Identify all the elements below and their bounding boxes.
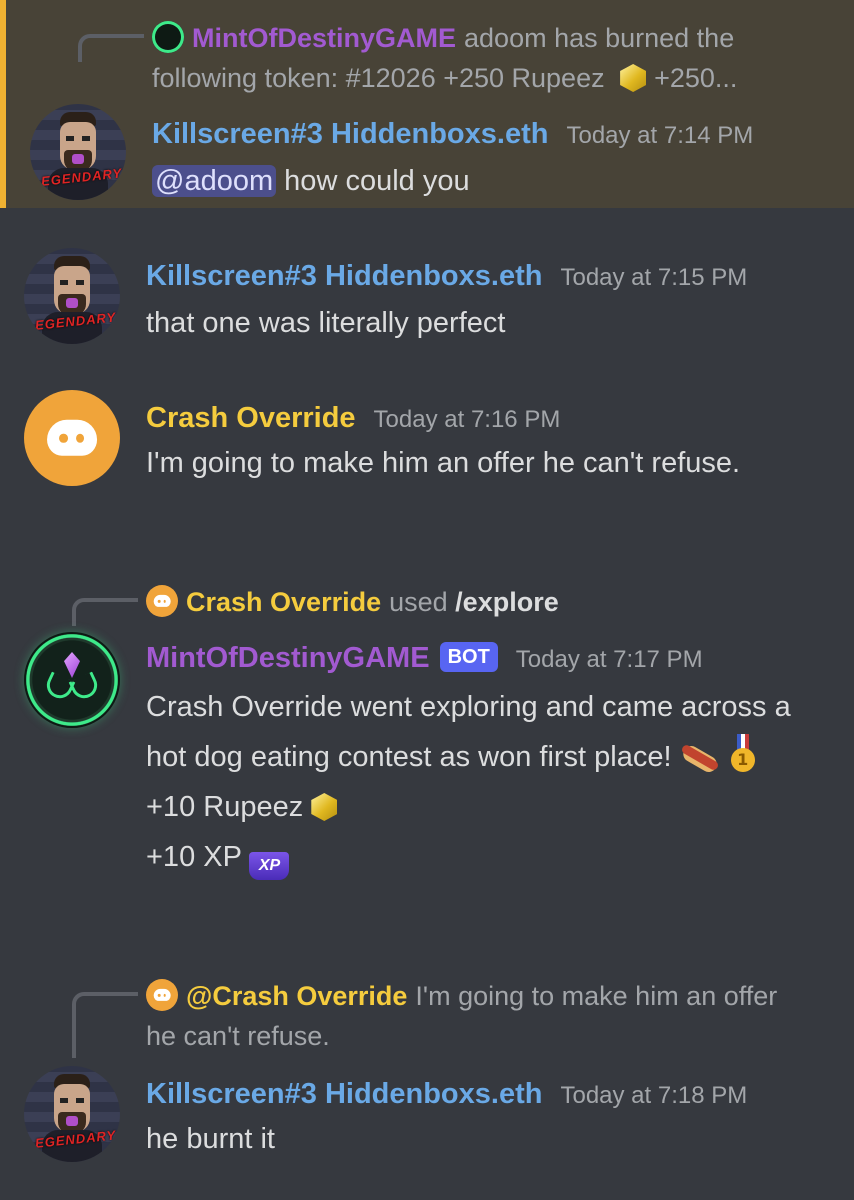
chat-message-list: MintOfDestinyGAME adoom has burned the fo… bbox=[0, 0, 854, 1200]
message-item[interactable]: @Crash Override I'm going to make him an … bbox=[0, 972, 854, 1172]
interaction-user[interactable]: Crash Override bbox=[186, 587, 381, 617]
message-content: that one was literally perfect bbox=[146, 300, 814, 346]
discord-logo-icon bbox=[47, 419, 97, 457]
message-item[interactable]: LEGENDARY Killscreen#3 Hiddenboxs.eth Tod… bbox=[0, 246, 854, 356]
message-header: MintOfDestinyGAME BOT Today at 7:17 PM bbox=[146, 638, 834, 683]
avatar[interactable]: LEGENDARY bbox=[24, 248, 120, 344]
slash-command[interactable]: /explore bbox=[455, 587, 559, 617]
username[interactable]: Killscreen#3 Hiddenboxs.eth bbox=[146, 1078, 542, 1110]
discord-logo-icon bbox=[153, 988, 171, 1002]
discord-logo-icon bbox=[153, 594, 171, 608]
reply-spine bbox=[72, 992, 138, 1058]
timestamp: Today at 7:16 PM bbox=[373, 406, 561, 433]
timestamp: Today at 7:15 PM bbox=[560, 264, 748, 291]
timestamp: Today at 7:18 PM bbox=[560, 1082, 748, 1109]
reply-author[interactable]: @Crash Override bbox=[186, 981, 407, 1011]
message-content: @adoom how could you bbox=[152, 158, 814, 204]
rupeez-icon bbox=[620, 64, 647, 92]
message-text: I'm going to make him an offer he can't … bbox=[146, 447, 741, 479]
bot-tag: BOT bbox=[439, 642, 498, 672]
reply-preview[interactable]: MintOfDestinyGAME adoom has burned the fo… bbox=[152, 18, 814, 98]
reply-avatar[interactable] bbox=[152, 21, 184, 53]
hotdog-icon bbox=[680, 743, 720, 771]
message-content: he burnt it bbox=[146, 1116, 814, 1162]
username[interactable]: Killscreen#3 Hiddenboxs.eth bbox=[146, 260, 542, 292]
xp-reward-text: +10 XP bbox=[146, 841, 242, 873]
username[interactable]: MintOfDestinyGAME bbox=[146, 642, 430, 674]
rupeez-reward-text: +10 Rupeez bbox=[146, 791, 304, 823]
message-item[interactable]: Crash Override used /explore MintOfDestin… bbox=[0, 578, 854, 938]
reply-text-tail: +250... bbox=[654, 63, 738, 93]
first-place-medal-icon bbox=[728, 734, 758, 774]
message-header: Killscreen#3 Hiddenboxs.eth Today at 7:15… bbox=[146, 256, 834, 301]
reply-spine bbox=[78, 34, 144, 62]
message-content: Crash Override went exploring and came a… bbox=[146, 682, 816, 882]
reply-avatar[interactable] bbox=[146, 979, 178, 1011]
interaction-preview[interactable]: Crash Override used /explore bbox=[146, 582, 814, 622]
message-header: Crash Override Today at 7:16 PM bbox=[146, 398, 834, 443]
avatar[interactable]: LEGENDARY bbox=[24, 1066, 120, 1162]
rupeez-reward-line: +10 Rupeez bbox=[146, 782, 816, 832]
timestamp: Today at 7:17 PM bbox=[515, 646, 703, 673]
message-item[interactable]: MintOfDestinyGAME adoom has burned the fo… bbox=[0, 0, 854, 208]
message-content: I'm going to make him an offer he can't … bbox=[146, 440, 786, 486]
timestamp: Today at 7:14 PM bbox=[566, 122, 754, 149]
message-header: Killscreen#3 Hiddenboxs.eth Today at 7:18… bbox=[146, 1074, 834, 1119]
reply-spine bbox=[72, 598, 138, 626]
user-mention[interactable]: @adoom bbox=[152, 165, 277, 197]
rupeez-icon bbox=[311, 793, 338, 821]
avatar[interactable] bbox=[24, 390, 120, 486]
message-text: that one was literally perfect bbox=[146, 307, 506, 339]
reply-preview[interactable]: @Crash Override I'm going to make him an … bbox=[146, 976, 796, 1056]
message-header: Killscreen#3 Hiddenboxs.eth Today at 7:14… bbox=[152, 114, 834, 159]
avatar[interactable]: LEGENDARY bbox=[30, 104, 126, 200]
username[interactable]: Crash Override bbox=[146, 402, 356, 434]
interaction-avatar[interactable] bbox=[146, 585, 178, 617]
interaction-used-text: used bbox=[389, 587, 448, 617]
reply-author[interactable]: MintOfDestinyGAME bbox=[192, 23, 456, 53]
username[interactable]: Killscreen#3 Hiddenboxs.eth bbox=[152, 118, 548, 150]
message-text: how could you bbox=[276, 165, 470, 197]
xp-icon: XP bbox=[249, 852, 290, 880]
avatar[interactable] bbox=[24, 632, 120, 728]
message-text: he burnt it bbox=[146, 1123, 275, 1155]
message-item[interactable]: Crash Override Today at 7:16 PM I'm going… bbox=[0, 388, 854, 538]
xp-reward-line: +10 XP XP bbox=[146, 832, 816, 882]
